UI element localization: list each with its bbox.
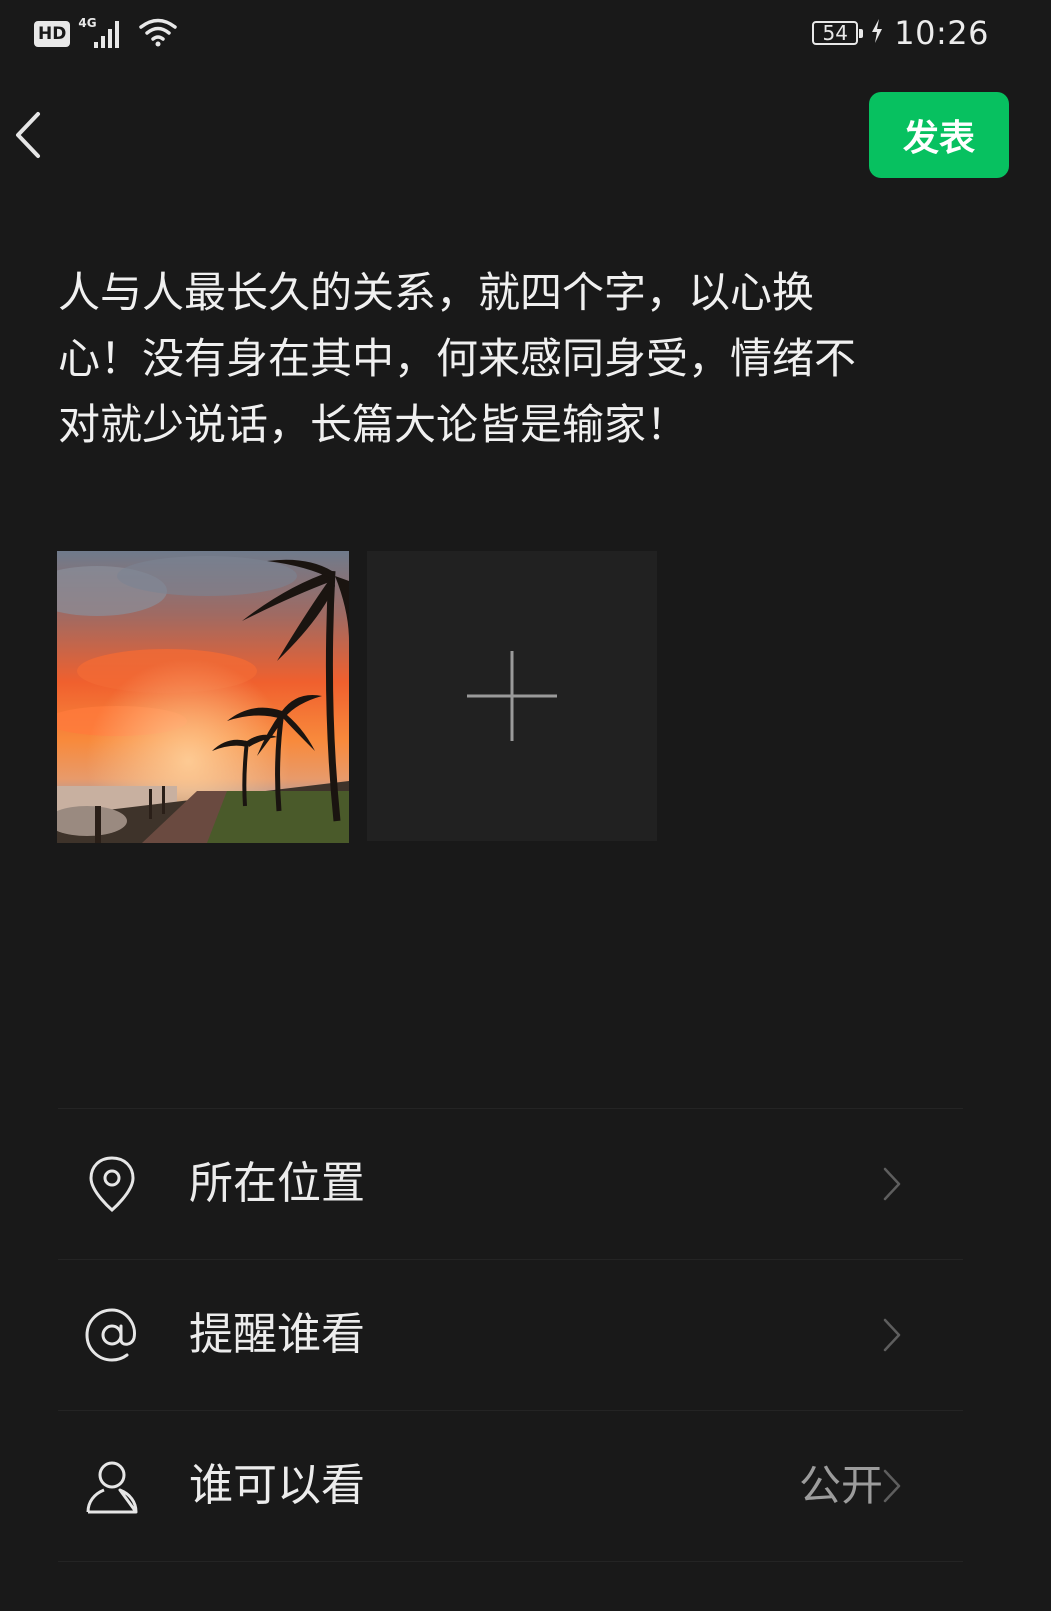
chevron-left-icon [16,112,40,158]
photo-thumbnail[interactable] [57,551,349,843]
network-type-label: 4G [78,16,97,30]
wifi-icon [138,16,178,52]
option-location[interactable]: 所在位置 [58,1109,963,1259]
status-bar: HD 4G 54 10:26 [0,0,1051,66]
status-right: 54 10:26 [812,14,989,52]
battery-icon: 54 [812,21,864,45]
post-options: 所在位置 提醒谁看 谁可以看 公开 [58,1108,963,1562]
option-label: 所在位置 [189,1158,365,1209]
clock: 10:26 [894,14,989,52]
location-pin-icon [80,1152,144,1216]
back-button[interactable] [6,102,54,166]
visibility-value: 公开 [798,1461,883,1510]
option-mention[interactable]: 提醒谁看 [58,1260,963,1410]
post-button[interactable]: 发表 [869,92,1009,178]
person-icon [80,1454,144,1518]
signal-icon: 4G [78,16,130,50]
option-label: 谁可以看 [189,1460,365,1511]
charging-icon [870,18,884,48]
option-label: 提醒谁看 [189,1309,365,1360]
sunset-palm-photo [57,551,349,843]
plus-icon [467,651,557,741]
option-visibility[interactable]: 谁可以看 公开 [58,1411,963,1561]
chevron-right-icon [881,1316,903,1354]
chevron-right-icon [881,1165,903,1203]
divider [58,1561,963,1562]
add-photo-button[interactable] [367,551,657,841]
at-sign-icon [80,1303,144,1367]
hd-badge: HD [34,21,71,47]
compose-text[interactable]: 人与人最长久的关系，就四个字，以心换 心！没有身在其中，何来感同身受，情绪不 对… [58,260,958,458]
chevron-right-icon [881,1467,903,1505]
status-left: HD 4G [34,16,178,52]
